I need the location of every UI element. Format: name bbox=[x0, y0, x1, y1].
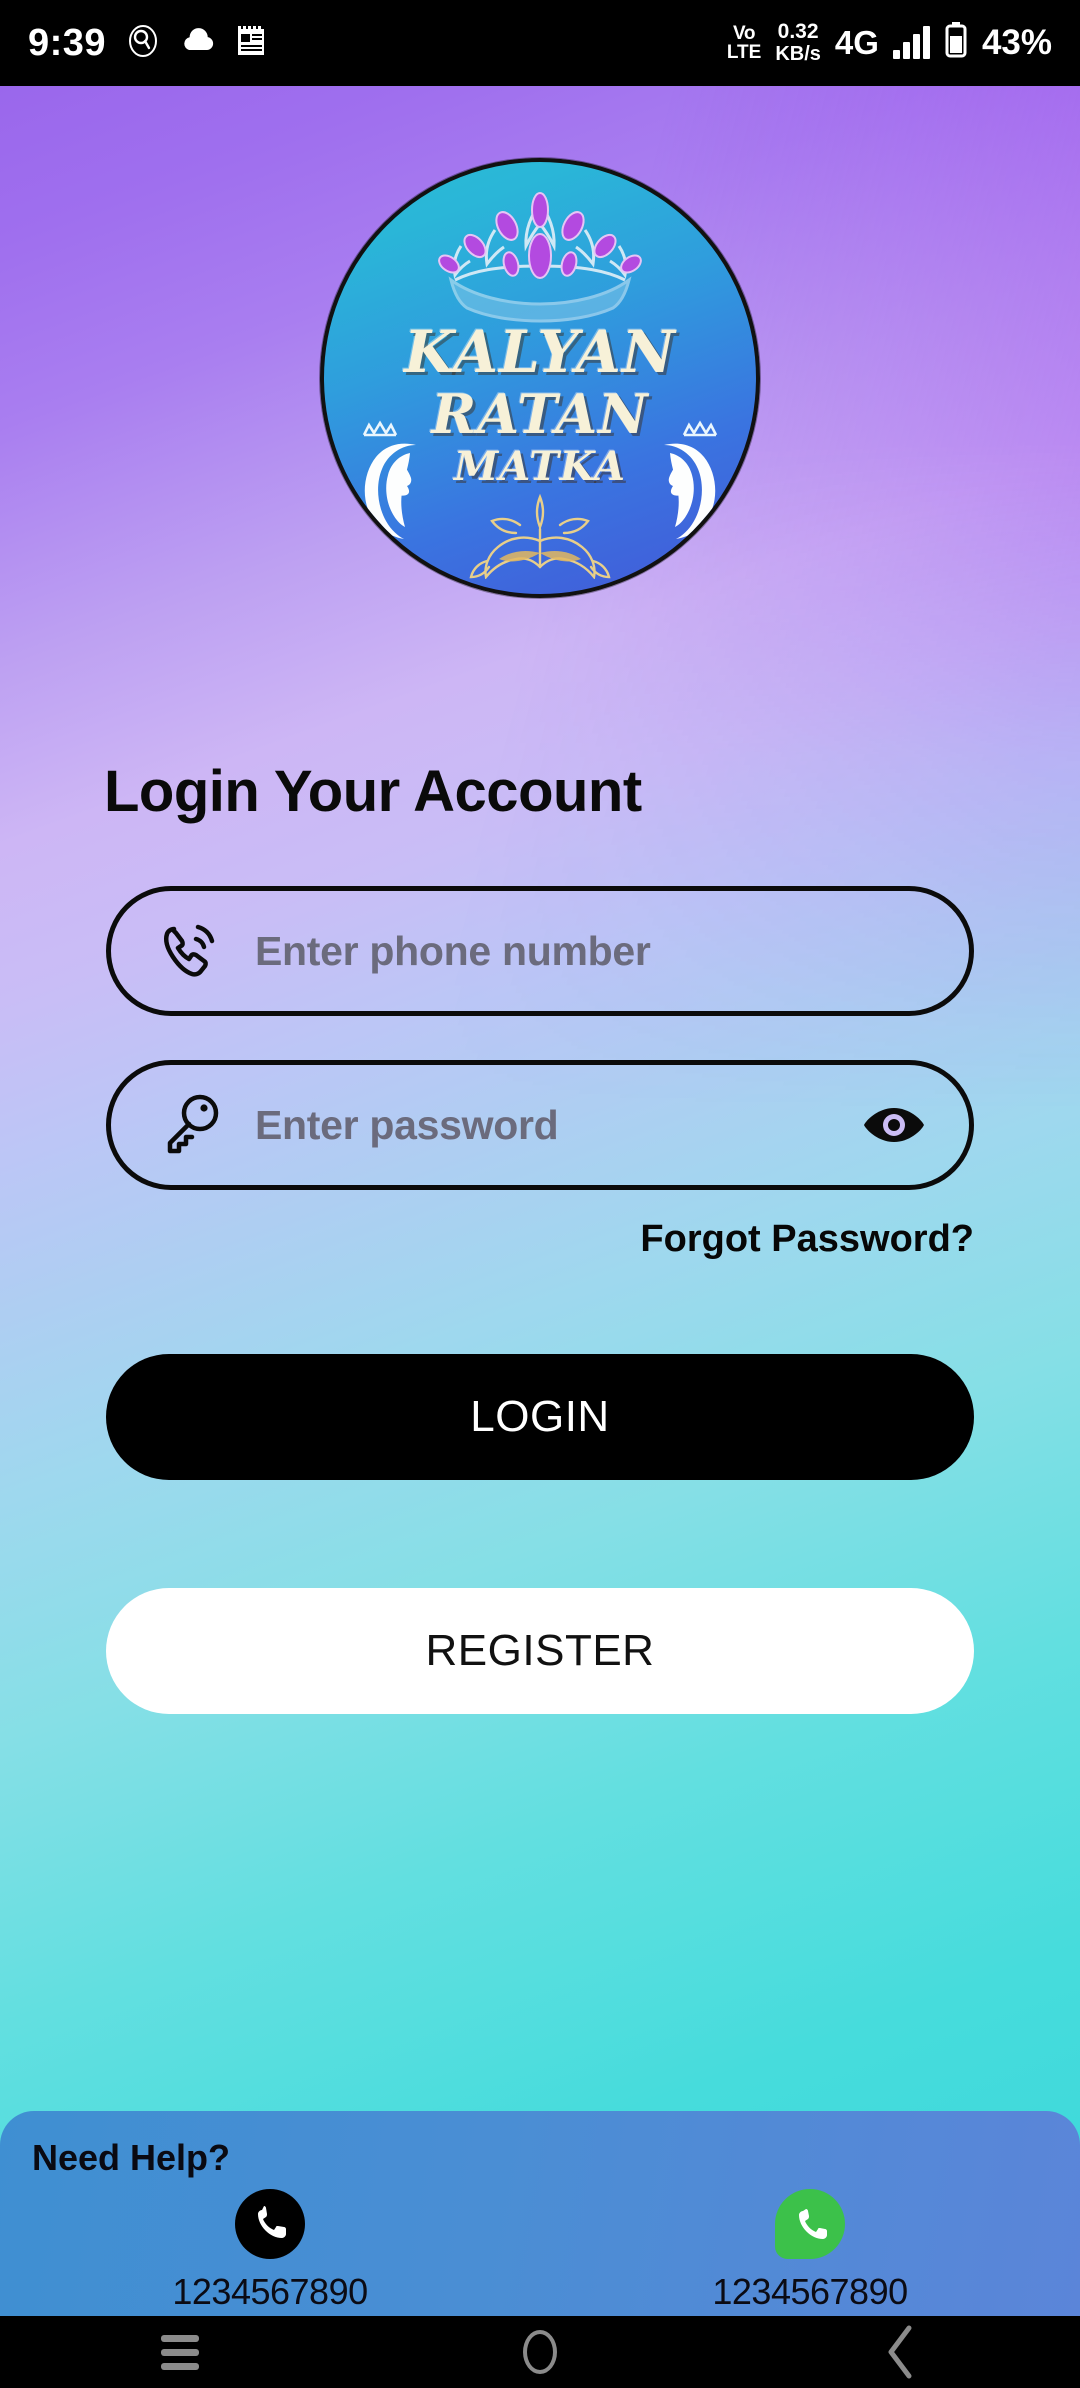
register-button[interactable]: REGISTER bbox=[106, 1588, 974, 1714]
phone-screen: 9:39 Vo LTE 0.32 KB/s 4G 43% KALYAN RATA… bbox=[0, 0, 1080, 2388]
status-bar-right: Vo LTE 0.32 KB/s 4G 43% bbox=[727, 21, 1052, 64]
volte-icon: Vo LTE bbox=[727, 24, 761, 62]
home-icon[interactable] bbox=[480, 2316, 600, 2388]
network-speed-value: 0.32 bbox=[777, 20, 819, 44]
password-input-placeholder: Enter password bbox=[255, 1101, 559, 1148]
help-contact-whatsapp-number: 1234567890 bbox=[712, 2271, 908, 2312]
network-speed: 0.32 KB/s bbox=[775, 21, 821, 64]
whatsapp-icon[interactable] bbox=[775, 2189, 845, 2259]
phone-icon[interactable] bbox=[235, 2189, 305, 2259]
password-input[interactable]: Enter password bbox=[106, 1060, 974, 1190]
page-title: Login Your Account bbox=[104, 759, 642, 824]
logo-text-block: KALYAN RATAN MATKA bbox=[324, 318, 756, 539]
android-nav-bar bbox=[0, 2316, 1080, 2388]
phone-input-placeholder: Enter phone number bbox=[255, 927, 651, 974]
back-icon[interactable] bbox=[840, 2316, 960, 2388]
search-circle-icon bbox=[126, 24, 160, 63]
cloud-icon bbox=[180, 27, 216, 59]
app-logo: KALYAN RATAN MATKA bbox=[320, 158, 760, 598]
logo-line-1: KALYAN bbox=[404, 318, 676, 386]
help-contacts: 1234567890 1234567890 bbox=[0, 2189, 1080, 2313]
status-clock: 9:39 bbox=[28, 21, 107, 64]
status-bar: 9:39 Vo LTE 0.32 KB/s 4G 43% bbox=[0, 0, 1080, 86]
need-help-card: Need Help? 1234567890 1234567890 bbox=[0, 2111, 1080, 2316]
network-type-label: 4G bbox=[834, 23, 879, 61]
logo-line-3: MATKA bbox=[453, 443, 627, 490]
need-help-title: Need Help? bbox=[32, 2137, 231, 2178]
network-speed-unit: KB/s bbox=[775, 42, 821, 65]
app-background: KALYAN RATAN MATKA Login Your Account En… bbox=[0, 86, 1080, 2316]
help-contact-call-number: 1234567890 bbox=[172, 2271, 368, 2312]
phone-in-talk-icon bbox=[151, 915, 229, 987]
ornament-flourish-icon bbox=[425, 489, 655, 584]
battery-icon bbox=[944, 22, 968, 63]
recents-icon[interactable] bbox=[120, 2316, 240, 2388]
signal-strength-icon bbox=[892, 25, 930, 59]
volte-line2: LTE bbox=[726, 41, 762, 63]
login-button[interactable]: LOGIN bbox=[106, 1354, 974, 1480]
logo-line-2: RATAN bbox=[431, 382, 649, 446]
crown-icon bbox=[395, 184, 685, 329]
key-icon bbox=[151, 1089, 229, 1161]
news-icon bbox=[236, 25, 266, 62]
help-contact-call[interactable]: 1234567890 bbox=[0, 2189, 540, 2313]
volte-line1: Vo bbox=[732, 22, 756, 44]
forgot-password-link[interactable]: Forgot Password? bbox=[640, 1218, 974, 1261]
status-bar-left: 9:39 bbox=[28, 22, 266, 65]
eye-icon[interactable] bbox=[859, 1090, 929, 1160]
battery-percent-label: 43% bbox=[981, 22, 1052, 62]
help-contact-whatsapp[interactable]: 1234567890 bbox=[540, 2189, 1080, 2313]
phone-input[interactable]: Enter phone number bbox=[106, 886, 974, 1016]
